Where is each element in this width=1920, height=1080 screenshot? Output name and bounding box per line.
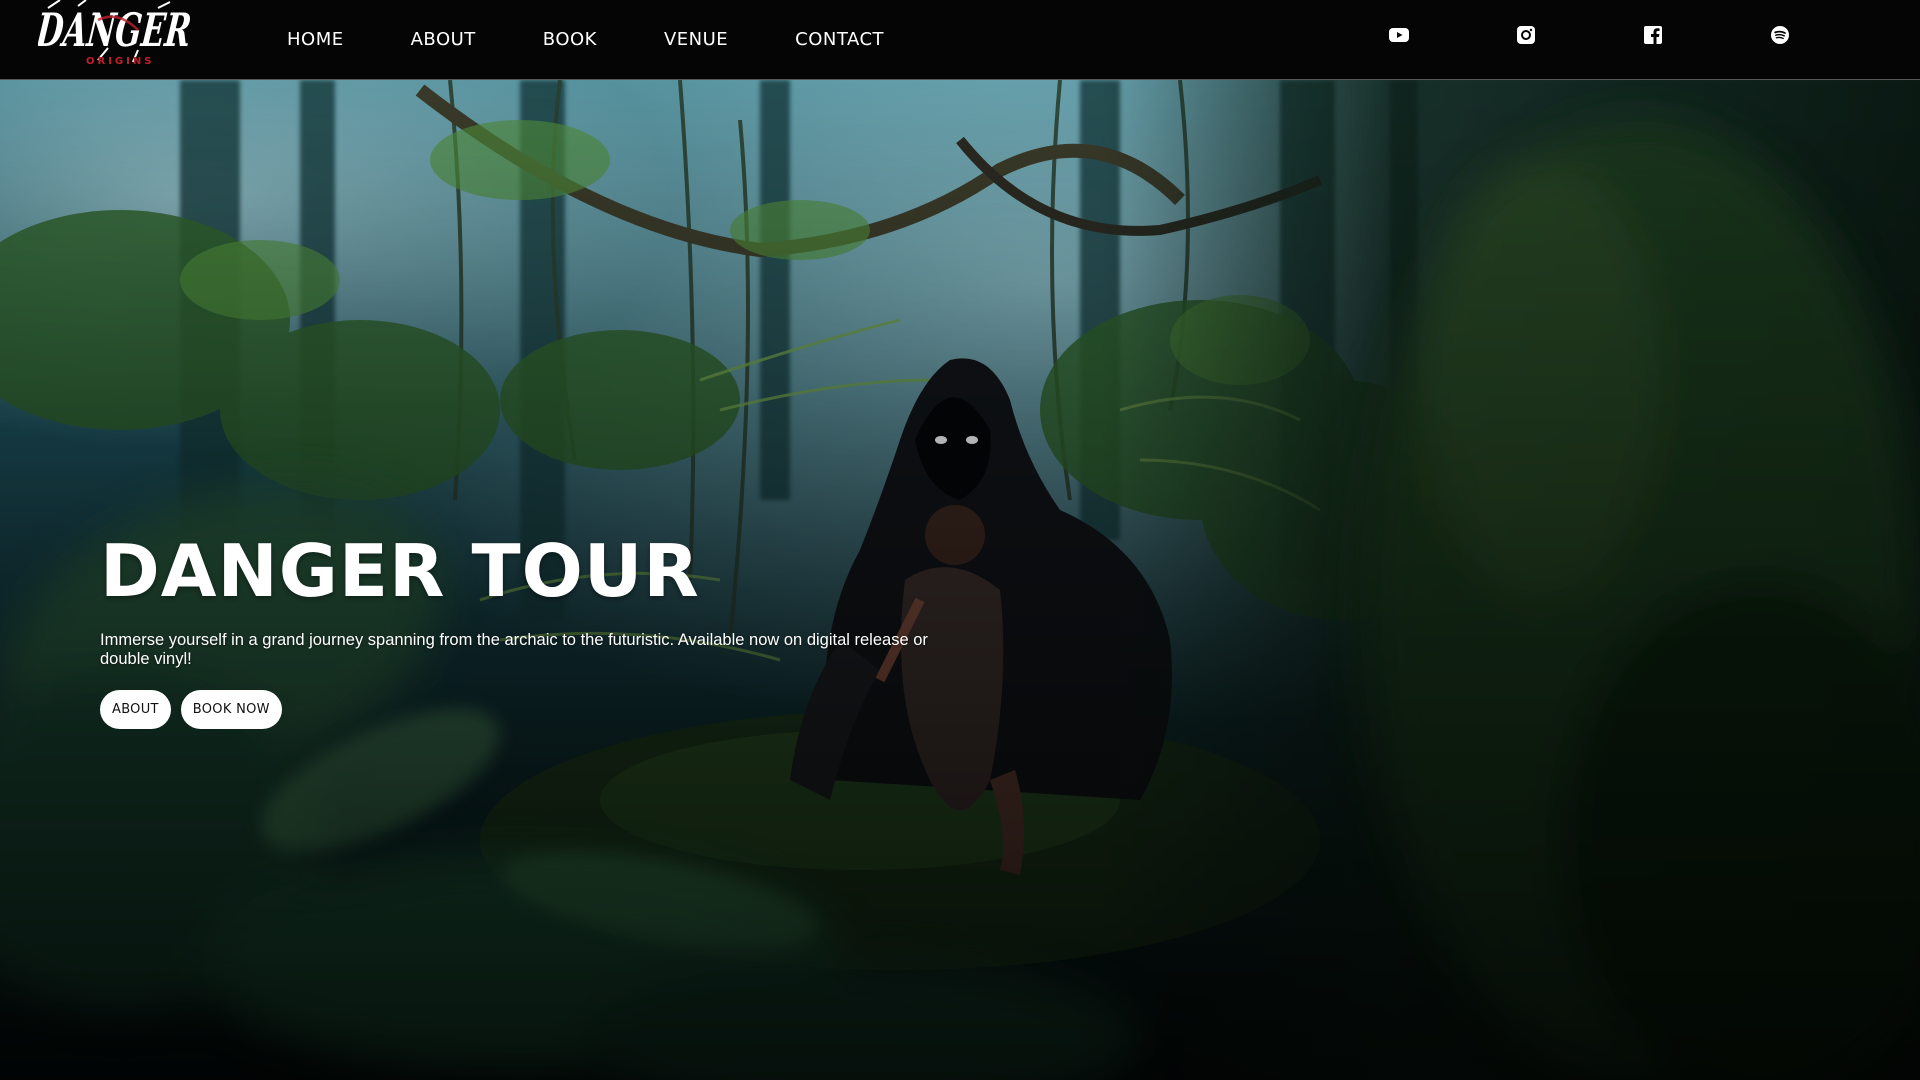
youtube-icon <box>1389 28 1409 42</box>
main-nav: HOME ABOUT BOOK VENUE CONTACT <box>287 0 884 79</box>
nav-about[interactable]: ABOUT <box>411 29 476 50</box>
instagram-icon <box>1517 26 1535 44</box>
spotify-link[interactable] <box>1769 24 1791 46</box>
facebook-link[interactable] <box>1642 24 1664 46</box>
hero-button-group: ABOUT BOOK NOW <box>100 690 282 729</box>
nav-home[interactable]: HOME <box>287 29 344 50</box>
facebook-icon <box>1644 26 1662 44</box>
about-button[interactable]: ABOUT <box>100 690 171 729</box>
hero-title: DANGER TOUR <box>100 529 700 613</box>
site-header: DANGER ORIGINS HOME ABOUT BOOK VENUE CON… <box>0 0 1920 80</box>
hero-section: DANGER TOUR Immerse yourself in a grand … <box>0 80 1920 1080</box>
book-now-button[interactable]: BOOK NOW <box>180 690 282 729</box>
nav-venue[interactable]: VENUE <box>664 29 728 50</box>
page: DANGER ORIGINS HOME ABOUT BOOK VENUE CON… <box>0 0 1920 1080</box>
danger-origins-logo[interactable]: DANGER ORIGINS <box>33 0 198 72</box>
instagram-link[interactable] <box>1515 24 1537 46</box>
svg-text:DANGER: DANGER <box>38 3 194 57</box>
svg-text:ORIGINS: ORIGINS <box>86 56 154 67</box>
nav-book[interactable]: BOOK <box>543 29 597 50</box>
youtube-link[interactable] <box>1388 24 1410 46</box>
spotify-icon <box>1771 26 1789 44</box>
hero-description: Immerse yourself in a grand journey span… <box>100 631 928 668</box>
logo-graphic: DANGER ORIGINS <box>33 0 194 67</box>
nav-contact[interactable]: CONTACT <box>795 29 884 50</box>
